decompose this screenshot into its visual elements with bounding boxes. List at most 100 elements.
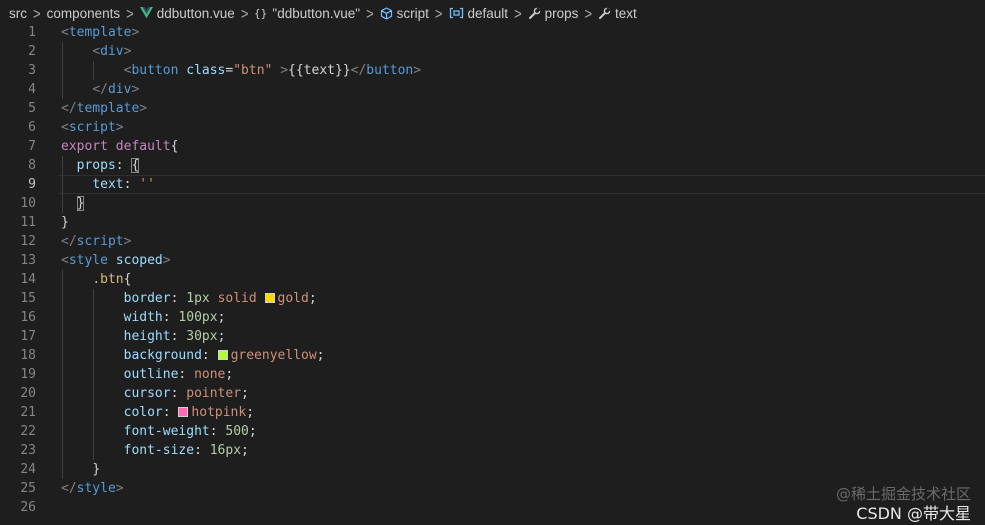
code-token: : bbox=[178, 367, 195, 382]
code-token: 16px bbox=[209, 443, 242, 458]
code-token: > bbox=[131, 25, 140, 40]
code-token: : bbox=[162, 310, 179, 325]
code-token: text bbox=[92, 177, 124, 192]
watermark: @稀土掘金技术社区 CSDN @带大星 bbox=[836, 484, 971, 524]
code-token: : bbox=[170, 329, 187, 344]
breadcrumb-label: "ddbutton.vue" bbox=[272, 5, 361, 21]
code-token: div bbox=[100, 44, 124, 59]
code-line[interactable]: 6 <script> bbox=[0, 118, 985, 137]
chevron-right-icon: > bbox=[514, 4, 522, 22]
code-token: > bbox=[123, 44, 132, 59]
code-line[interactable]: 7 export default{ bbox=[0, 137, 985, 156]
code-text: border: 1px solid gold; bbox=[61, 289, 317, 308]
breadcrumb-item[interactable]: script bbox=[380, 6, 429, 21]
code-token: </ bbox=[61, 481, 77, 496]
code-line[interactable]: 1 <template> bbox=[0, 23, 985, 42]
code-token: ; bbox=[225, 367, 234, 382]
code-token: font-size bbox=[123, 443, 195, 458]
code-token: {{text}} bbox=[288, 63, 351, 78]
code-token: < bbox=[92, 44, 101, 59]
breadcrumb-item[interactable]: ddbutton.vue bbox=[139, 5, 235, 21]
code-token: : bbox=[170, 291, 187, 306]
code-line[interactable]: 9 text: '' bbox=[0, 175, 985, 194]
code-line[interactable]: 11} bbox=[0, 213, 985, 232]
code-text: height: 30px; bbox=[61, 327, 226, 346]
color-swatch[interactable] bbox=[178, 407, 189, 417]
code-line[interactable]: 23 font-size: 16px; bbox=[0, 441, 985, 460]
code-line[interactable]: 5 </template> bbox=[0, 99, 985, 118]
code-token: button bbox=[366, 63, 414, 78]
code-line[interactable]: 18 background: greenyellow; bbox=[0, 346, 985, 365]
code-line[interactable]: 21 color: hotpink; bbox=[0, 403, 985, 422]
line-number: 5 bbox=[28, 101, 36, 116]
code-token: "btn" bbox=[233, 63, 273, 78]
chevron-right-icon: > bbox=[584, 4, 593, 22]
code-token: .btn bbox=[92, 272, 124, 287]
line-number: 13 bbox=[20, 253, 36, 268]
variable-icon bbox=[449, 7, 464, 19]
watermark-juejin: @稀土掘金技术社区 bbox=[835, 485, 971, 503]
code-text: font-size: 16px; bbox=[61, 441, 249, 460]
code-token: </ bbox=[350, 63, 367, 78]
code-text: background: greenyellow; bbox=[61, 346, 325, 365]
line-number: 24 bbox=[20, 462, 36, 477]
color-swatch[interactable] bbox=[217, 350, 228, 360]
breadcrumb-item[interactable]: text bbox=[598, 6, 637, 21]
code-token: ; bbox=[316, 348, 325, 363]
code-token: 100px bbox=[178, 310, 218, 325]
line-number: 8 bbox=[28, 158, 36, 173]
chevron-right-icon: > bbox=[126, 4, 134, 22]
breadcrumb-item[interactable]: default bbox=[449, 6, 508, 21]
code-token: script bbox=[76, 234, 124, 249]
code-line[interactable]: 12 </script> bbox=[0, 232, 985, 251]
code-token: background bbox=[123, 348, 202, 363]
code-line[interactable]: 15 border: 1px solid gold; bbox=[0, 289, 985, 308]
code-line[interactable]: 24 } bbox=[0, 460, 985, 479]
breadcrumb-item[interactable]: props bbox=[528, 6, 578, 21]
code-token: div bbox=[107, 82, 132, 97]
code-token: </ bbox=[61, 234, 77, 249]
code-line[interactable]: 8 props: { bbox=[0, 156, 985, 175]
code-line[interactable]: 13 <style scoped> bbox=[0, 251, 985, 270]
line-number: 4 bbox=[28, 82, 36, 97]
breadcrumb-item[interactable]: {} "ddbutton.vue" bbox=[254, 6, 360, 21]
code-token: 30px bbox=[186, 329, 218, 344]
code-text: width: 100px; bbox=[61, 308, 226, 327]
code-line[interactable]: 22 font-weight: 500; bbox=[0, 422, 985, 441]
code-token: : bbox=[201, 348, 218, 363]
code-token: ; bbox=[241, 443, 249, 458]
breadcrumb-item[interactable]: src bbox=[9, 6, 27, 21]
svg-text:{}: {} bbox=[254, 7, 267, 19]
code-token: } bbox=[61, 215, 69, 230]
code-line[interactable]: 14 .btn{ bbox=[0, 270, 985, 289]
color-swatch[interactable] bbox=[264, 293, 275, 303]
code-token: 500 bbox=[225, 424, 249, 439]
code-token: ; bbox=[246, 405, 255, 420]
breadcrumb-label: ddbutton.vue bbox=[156, 5, 235, 21]
code-line[interactable]: 16 width: 100px; bbox=[0, 308, 985, 327]
breadcrumb-item[interactable]: components bbox=[47, 6, 121, 21]
code-token: < bbox=[61, 25, 69, 40]
code-text: .btn{ bbox=[61, 270, 131, 289]
code-editor[interactable]: 1 <template> 2 <div> 3 <button class="btn" … bbox=[0, 23, 985, 517]
chevron-right-icon: > bbox=[240, 4, 249, 22]
code-token: ; bbox=[248, 424, 257, 439]
line-number: 22 bbox=[20, 424, 36, 439]
line-number: 3 bbox=[28, 63, 36, 78]
code-line[interactable]: 19 outline: none; bbox=[0, 365, 985, 384]
code-token: script bbox=[68, 120, 116, 135]
code-line[interactable]: 17 height: 30px; bbox=[0, 327, 985, 346]
code-token: default bbox=[115, 139, 171, 154]
code-line[interactable]: 2 <div> bbox=[0, 42, 985, 61]
code-line[interactable]: 4 </div> bbox=[0, 80, 985, 99]
line-number: 2 bbox=[28, 44, 36, 59]
line-number: 17 bbox=[20, 329, 36, 344]
code-token: ; bbox=[217, 329, 226, 344]
code-token: style bbox=[76, 481, 116, 496]
code-line[interactable]: 3 <button class="btn" >{{text}}</button> bbox=[0, 61, 985, 80]
code-line[interactable]: 20 cursor: pointer; bbox=[0, 384, 985, 403]
code-line[interactable]: 10 } bbox=[0, 194, 985, 213]
code-token: ; bbox=[308, 291, 317, 306]
